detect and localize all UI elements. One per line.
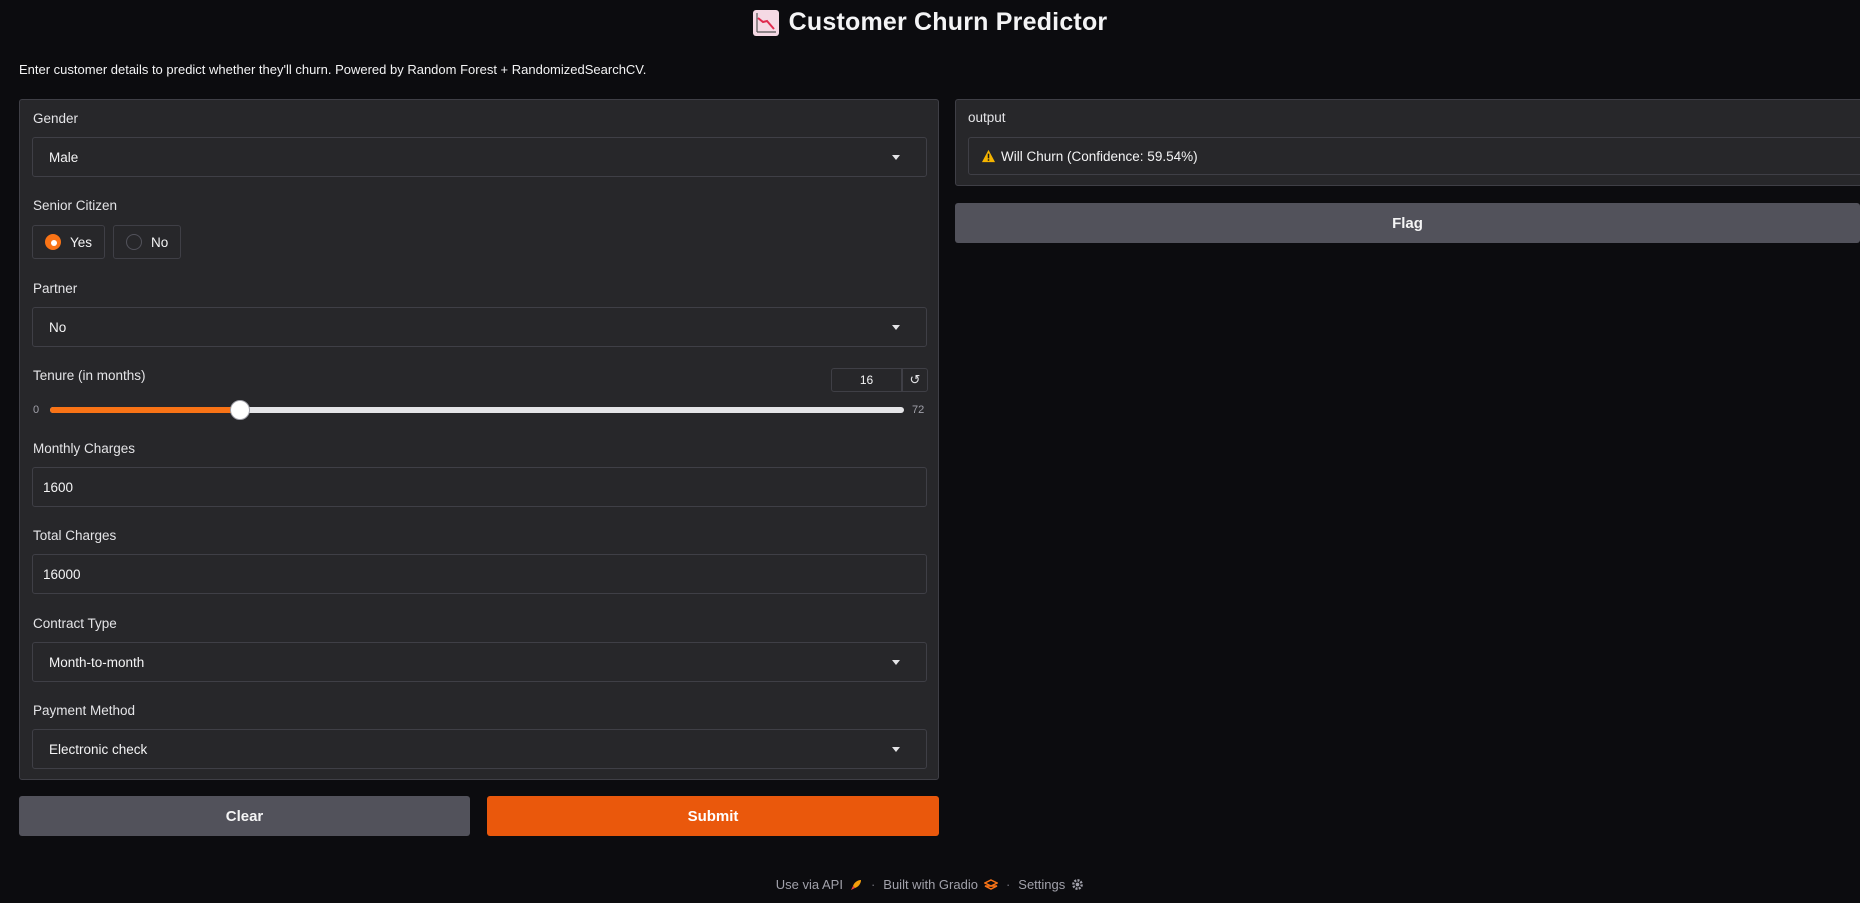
flag-button[interactable]: Flag: [955, 203, 1860, 243]
chevron-down-icon: [892, 660, 900, 665]
app-header: Customer Churn Predictor: [0, 8, 1860, 37]
page-description: Enter customer details to predict whethe…: [19, 62, 647, 77]
chart-decreasing-icon: [752, 9, 779, 36]
payment-method-value: Electronic check: [49, 741, 148, 757]
settings-link[interactable]: Settings: [1018, 877, 1084, 892]
tenure-label: Tenure (in months): [33, 368, 146, 383]
output-panel: output Will Churn (Confidence: 59.54%): [955, 99, 1860, 186]
radio-unchecked-icon: [126, 234, 143, 250]
footer-separator: ·: [870, 877, 876, 892]
gear-icon: [1072, 879, 1084, 890]
senior-citizen-option-no[interactable]: No: [113, 225, 182, 259]
total-charges-label: Total Charges: [33, 528, 117, 543]
partner-dropdown[interactable]: No: [32, 307, 927, 347]
chevron-down-icon: [892, 155, 900, 160]
output-text: Will Churn (Confidence: 59.54%): [1001, 148, 1198, 164]
monthly-charges-label: Monthly Charges: [33, 441, 136, 456]
payment-method-label: Payment Method: [33, 703, 136, 718]
slider-min-label: 0: [33, 404, 40, 416]
slider-thumb[interactable]: [230, 400, 250, 420]
clear-button[interactable]: Clear: [19, 796, 470, 836]
senior-citizen-option-yes[interactable]: Yes: [32, 225, 106, 259]
gender-dropdown[interactable]: Male: [32, 137, 927, 177]
settings-label: Settings: [1018, 877, 1066, 892]
built-with-gradio-link[interactable]: Built with Gradio: [883, 877, 998, 892]
tenure-number-input[interactable]: [831, 368, 902, 392]
contract-type-dropdown[interactable]: Month-to-month: [32, 642, 927, 682]
use-via-api-link[interactable]: Use via API: [776, 877, 863, 892]
monthly-charges-input[interactable]: [32, 467, 927, 507]
submit-button[interactable]: Submit: [487, 796, 939, 836]
radio-label: No: [151, 234, 169, 250]
output-textbox[interactable]: Will Churn (Confidence: 59.54%): [968, 137, 1860, 175]
rocket-icon: [850, 879, 861, 890]
total-charges-input[interactable]: [32, 554, 927, 594]
warning-icon: [981, 149, 996, 163]
partner-label: Partner: [33, 281, 78, 296]
senior-citizen-radio-group: Yes No: [32, 225, 182, 259]
slider-fill: [50, 407, 240, 413]
tenure-slider[interactable]: [50, 400, 904, 420]
use-via-api-label: Use via API: [775, 877, 843, 892]
chevron-down-icon: [892, 325, 900, 330]
reset-icon[interactable]: ↺: [902, 368, 928, 392]
gradio-logo-icon: [983, 878, 998, 890]
senior-citizen-label: Senior Citizen: [33, 198, 118, 213]
page-title: Customer Churn Predictor: [788, 8, 1108, 36]
partner-value: No: [49, 319, 67, 335]
payment-method-dropdown[interactable]: Electronic check: [32, 729, 927, 769]
contract-type-label: Contract Type: [33, 616, 117, 631]
radio-checked-icon: [45, 234, 61, 250]
footer-separator: ·: [1005, 877, 1011, 892]
output-label: output: [968, 110, 1006, 125]
gender-label: Gender: [33, 111, 79, 126]
radio-label: Yes: [70, 234, 93, 250]
gender-value: Male: [49, 149, 79, 165]
chevron-down-icon: [892, 747, 900, 752]
slider-max-label: 72: [912, 404, 925, 416]
contract-type-value: Month-to-month: [49, 654, 145, 670]
footer: Use via API · Built with Gradio · Settin…: [0, 877, 1860, 892]
input-form-panel: Gender Male Senior Citizen Yes No Partne…: [19, 99, 939, 780]
built-with-gradio-label: Built with Gradio: [883, 877, 978, 892]
